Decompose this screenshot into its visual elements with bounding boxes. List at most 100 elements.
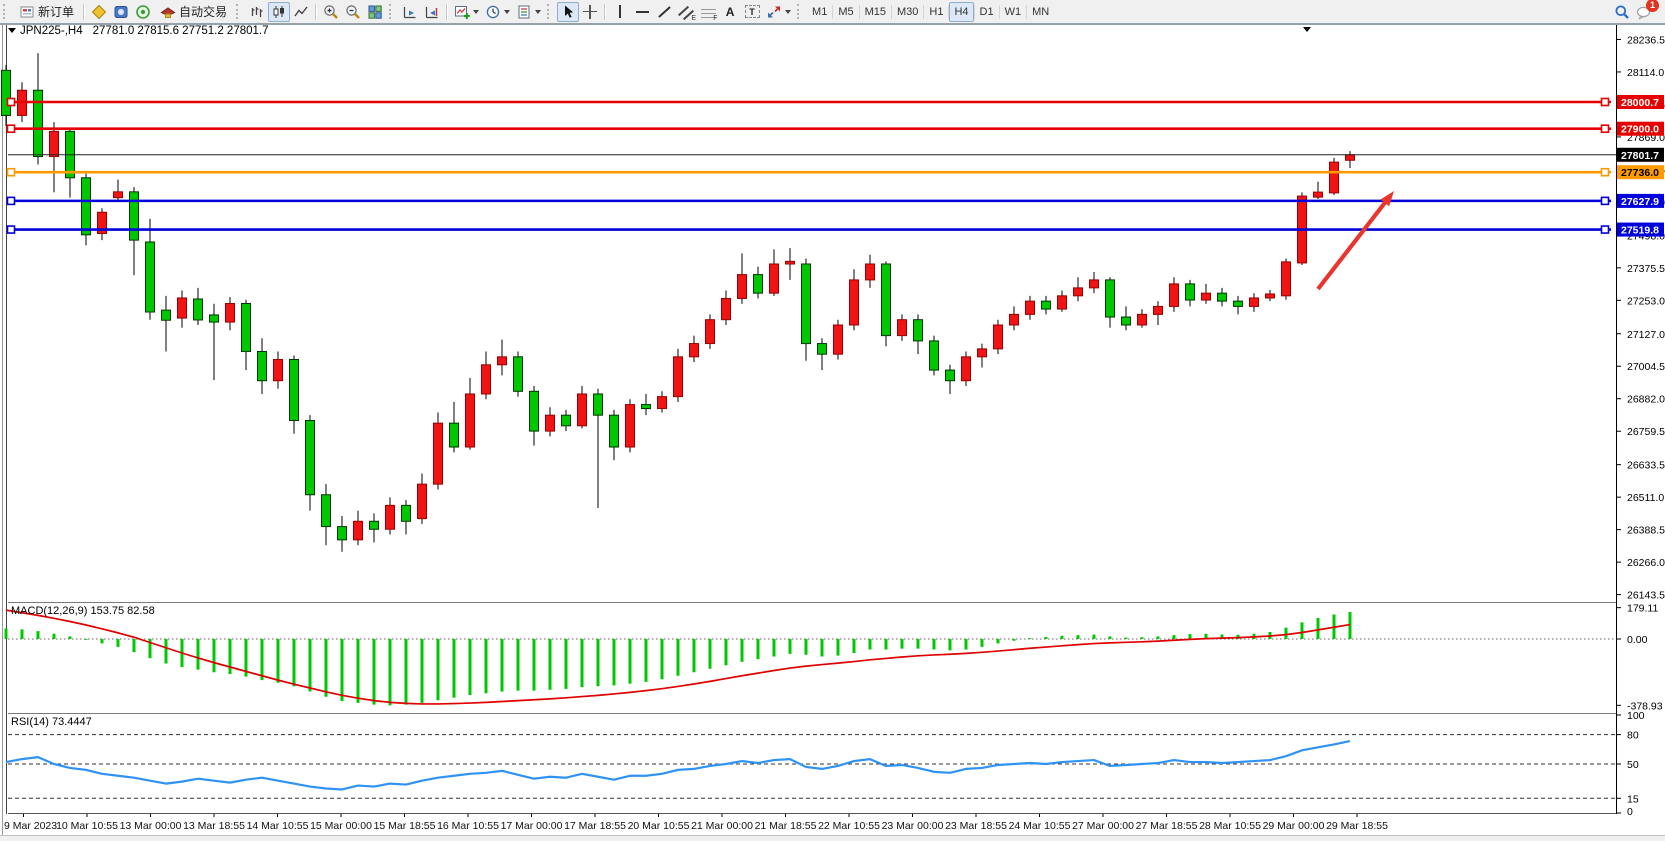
arrows-tool-button[interactable] <box>763 2 794 22</box>
time-tick-label: 21 Mar 00:00 <box>691 820 753 832</box>
new-order-button[interactable]: 新订单 <box>13 2 80 22</box>
macd-tick-label: 0.00 <box>1627 634 1648 646</box>
toolbar-grip[interactable] <box>236 4 242 19</box>
price-tick-label: 26511.0 <box>1627 492 1664 504</box>
tf-button-h1[interactable]: H1 <box>924 2 948 22</box>
time-tick-label: 15 Mar 18:55 <box>374 820 436 832</box>
line-handle[interactable] <box>8 226 15 233</box>
candle <box>1186 284 1195 300</box>
tf-button-m30[interactable]: M30 <box>892 2 923 22</box>
bar-chart-type-button[interactable] <box>246 2 268 22</box>
candle <box>770 264 779 293</box>
rsi-tick-label: 15 <box>1627 793 1639 805</box>
candle <box>930 341 939 370</box>
templates-button[interactable] <box>513 2 544 22</box>
candle <box>690 344 699 357</box>
line-handle[interactable] <box>1602 169 1609 176</box>
candle <box>802 264 811 344</box>
candle <box>546 415 555 431</box>
price-tick-label: 26388.5 <box>1627 525 1665 537</box>
tf-button-m15[interactable]: M15 <box>860 2 891 22</box>
time-tick-label: 29 Mar 00:00 <box>1263 820 1325 832</box>
line-chart-type-button[interactable] <box>290 2 312 22</box>
vertical-line-tool-button[interactable] <box>609 2 631 22</box>
metaeditor-button[interactable] <box>88 2 110 22</box>
candle <box>866 264 875 280</box>
toolbar-separator <box>315 4 317 20</box>
candle <box>1250 298 1259 306</box>
equidistant-channel-tool-button[interactable]: E <box>675 2 697 22</box>
chart-shift-button[interactable] <box>421 2 443 22</box>
zoom-out-button[interactable] <box>342 2 364 22</box>
candle <box>82 178 91 235</box>
tf-button-mn[interactable]: MN <box>1027 2 1054 22</box>
text-tool-button[interactable]: A <box>719 2 741 22</box>
candle <box>130 192 139 240</box>
auto-scroll-button[interactable] <box>399 2 421 22</box>
text-label-tool-button[interactable]: T <box>741 2 763 22</box>
auto-trading-label: 自动交易 <box>179 3 227 20</box>
candle <box>882 264 891 336</box>
price-tick-label: 28236.5 <box>1627 34 1665 46</box>
candle <box>722 298 731 319</box>
tile-windows-icon <box>367 4 383 20</box>
notifications-button[interactable]: 1 <box>1633 2 1655 22</box>
candlestick-chart-type-button[interactable] <box>268 2 290 22</box>
candle <box>242 304 251 352</box>
main-toolbar: 新订单 自动交易 <box>0 0 1665 24</box>
crosshair-tool-button[interactable] <box>579 2 601 22</box>
tf-button-w1[interactable]: W1 <box>1000 2 1027 22</box>
line-handle[interactable] <box>1602 125 1609 132</box>
fibonacci-tool-button[interactable]: F <box>697 2 719 22</box>
time-tick-label: 21 Mar 18:55 <box>755 820 817 832</box>
toolbar-grip[interactable] <box>547 4 553 19</box>
line-handle[interactable] <box>1602 99 1609 106</box>
candle <box>914 320 923 341</box>
price-label-text: 27801.7 <box>1621 150 1659 162</box>
toolbar-grip[interactable] <box>3 4 9 19</box>
tf-button-m1[interactable]: M1 <box>807 2 832 22</box>
price-label-text: 27900.0 <box>1621 124 1659 136</box>
candle <box>834 325 843 354</box>
signal-service-button[interactable] <box>132 2 154 22</box>
auto-trading-button[interactable]: 自动交易 <box>154 2 233 22</box>
line-handle[interactable] <box>8 125 15 132</box>
line-handle[interactable] <box>1602 197 1609 204</box>
cursor-tool-button[interactable] <box>557 2 579 22</box>
candle <box>642 405 651 409</box>
time-tick-label: 27 Mar 18:55 <box>1136 820 1198 832</box>
candle <box>498 357 507 365</box>
search-button[interactable] <box>1611 2 1633 22</box>
fibonacci-icon: F <box>701 6 716 18</box>
line-handle[interactable] <box>8 169 15 176</box>
tf-button-d1[interactable]: D1 <box>975 2 999 22</box>
horizontal-line-tool-button[interactable] <box>631 2 653 22</box>
candle <box>274 359 283 380</box>
toolbar-grip[interactable] <box>389 4 395 19</box>
code-editor-button[interactable] <box>110 2 132 22</box>
toolbar-grip[interactable] <box>797 4 803 19</box>
application-window: { "toolbar": { "new_order_label": "新订单",… <box>0 0 1665 841</box>
tf-button-h4[interactable]: H4 <box>949 2 973 22</box>
line-handle[interactable] <box>8 197 15 204</box>
time-tick-label: 9 Mar 2023 <box>4 820 57 832</box>
line-handle[interactable] <box>1602 226 1609 233</box>
chart-canvas[interactable]: JPN225-,H427781.0 27815.6 27751.2 27801.… <box>0 0 1665 841</box>
candle <box>466 394 475 447</box>
price-tick-label: 27375.5 <box>1627 263 1665 275</box>
chart-caption: JPN225-,H427781.0 27815.6 27751.2 27801.… <box>8 25 269 37</box>
tf-button-m5[interactable]: M5 <box>833 2 858 22</box>
time-tick-label: 20 Mar 10:55 <box>628 820 690 832</box>
time-tick-label: 23 Mar 18:55 <box>945 820 1007 832</box>
candle <box>514 357 523 391</box>
toolbar-separator <box>83 4 85 20</box>
indicators-button[interactable] <box>451 2 482 22</box>
zoom-in-button[interactable] <box>320 2 342 22</box>
trendline-tool-button[interactable] <box>653 2 675 22</box>
toolbar-separator <box>446 4 448 20</box>
candle <box>1106 280 1115 317</box>
candle <box>114 192 123 198</box>
tile-windows-button[interactable] <box>364 2 386 22</box>
periods-button[interactable] <box>482 2 513 22</box>
line-handle[interactable] <box>8 99 15 106</box>
